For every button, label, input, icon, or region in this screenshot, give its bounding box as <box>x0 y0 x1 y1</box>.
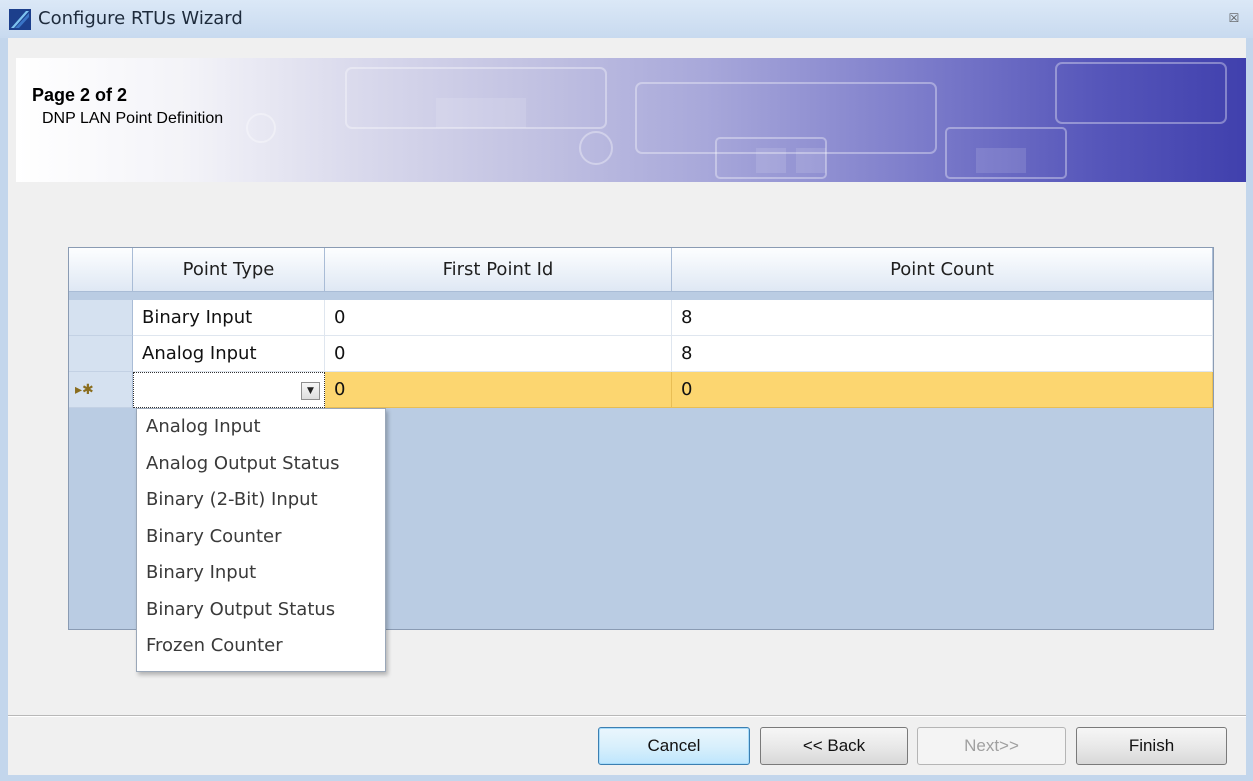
column-header-point-count[interactable]: Point Count <box>672 248 1213 292</box>
column-header-point-type[interactable]: Point Type <box>133 248 325 292</box>
cell-point-type[interactable]: Binary Input <box>133 300 325 336</box>
chevron-down-icon[interactable]: ▼ <box>301 382 320 400</box>
dropdown-option[interactable]: Frozen Counter <box>137 628 385 665</box>
row-header[interactable] <box>69 300 133 336</box>
row-header[interactable] <box>69 336 133 372</box>
cell-first-point-id[interactable]: 0 <box>325 300 672 336</box>
new-row-marker-icon: ▸✱ <box>75 382 94 398</box>
point-type-dropdown-list[interactable]: Analog Input Analog Output Status Binary… <box>136 408 386 672</box>
cell-first-point-id[interactable]: 0 <box>325 336 672 372</box>
point-type-combobox[interactable]: ▼ <box>133 372 325 408</box>
back-button[interactable]: << Back <box>760 727 908 765</box>
close-icon[interactable]: ☒ <box>1223 8 1245 28</box>
dropdown-option[interactable]: Analog Input <box>137 409 385 446</box>
wizard-window: Configure RTUs Wizard ☒ Page 2 of 2 DNP … <box>0 0 1253 781</box>
cancel-button[interactable]: Cancel <box>598 727 750 765</box>
cell-point-count-new[interactable]: 0 <box>672 372 1213 408</box>
cell-point-count[interactable]: 8 <box>672 300 1213 336</box>
next-button[interactable]: Next>> <box>917 727 1066 765</box>
grid-corner-header <box>69 248 133 292</box>
dropdown-option[interactable]: Binary Output Status <box>137 592 385 629</box>
dropdown-option[interactable]: Binary (2-Bit) Input <box>137 482 385 519</box>
cell-point-count[interactable]: 8 <box>672 336 1213 372</box>
column-header-first-point-id[interactable]: First Point Id <box>325 248 672 292</box>
cell-point-type[interactable]: Analog Input <box>133 336 325 372</box>
cell-first-point-id-new[interactable]: 0 <box>325 372 672 408</box>
finish-button[interactable]: Finish <box>1076 727 1227 765</box>
page-number: Page 2 of 2 <box>32 85 128 105</box>
app-icon <box>9 9 31 30</box>
title-bar[interactable]: Configure RTUs Wizard ☒ <box>0 0 1253 38</box>
window-title: Configure RTUs Wizard <box>38 8 243 29</box>
dropdown-option[interactable]: Binary Counter <box>137 519 385 556</box>
footer-divider <box>8 715 1246 717</box>
page-title: DNP LAN Point Definition <box>42 110 224 127</box>
dropdown-option[interactable]: Analog Output Status <box>137 446 385 483</box>
new-row-header[interactable]: ▸✱ <box>69 372 133 408</box>
dropdown-option[interactable]: Binary Input <box>137 555 385 592</box>
